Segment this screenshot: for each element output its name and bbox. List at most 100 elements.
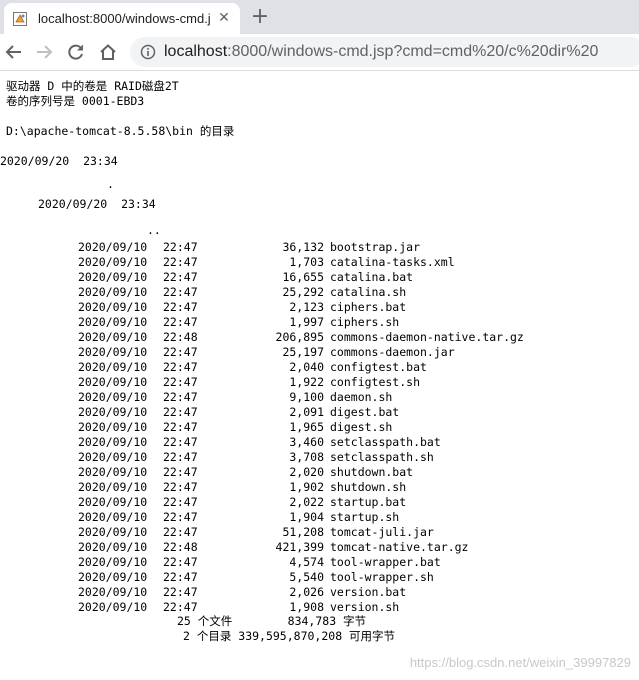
file-time: 22:47 [163,510,198,524]
file-size: 25,292 [282,285,324,299]
file-time: 22:47 [163,555,198,569]
file-time: 22:47 [163,405,198,419]
file-name: startup.sh [330,510,400,524]
file-time: 22:47 [163,570,198,584]
file-date: 2020/09/10 [78,555,148,569]
dir-entry-date: 2020/09/20 23:34 [0,154,118,168]
file-size: 5,540 [289,570,324,584]
file-date: 2020/09/10 [78,600,148,614]
file-size: 2,022 [289,495,324,509]
file-time: 22:48 [163,330,198,344]
file-date: 2020/09/10 [78,300,148,314]
file-size: 9,100 [289,390,324,404]
file-name: tomcat-juli.jar [330,525,434,539]
file-name: configtest.sh [330,375,421,389]
volume-label-line: 驱动器 D 中的卷是 RAID磁盘2T [6,79,179,93]
file-size: 25,197 [282,345,324,359]
file-name: setclasspath.bat [330,435,441,449]
file-time: 22:47 [163,300,198,314]
file-size: 1,908 [289,600,324,614]
file-name: catalina.bat [330,270,414,284]
file-size: 36,132 [282,240,324,254]
file-name: ciphers.bat [330,300,407,314]
tab-title: localhost:8000/windows-cmd.j [38,11,211,26]
file-name: version.sh [330,600,400,614]
page-content: 驱动器 D 中的卷是 RAID磁盘2T 卷的序列号是 0001-EBD3 D:\… [0,71,639,680]
file-date: 2020/09/10 [78,315,148,329]
file-size: 3,460 [289,435,324,449]
file-date: 2020/09/10 [78,240,148,254]
file-date: 2020/09/10 [78,465,148,479]
file-date: 2020/09/10 [78,405,148,419]
file-date: 2020/09/10 [78,285,148,299]
url-host: localhost [164,43,228,60]
file-size: 51,208 [282,525,324,539]
file-date: 2020/09/10 [78,255,148,269]
file-size: 206,895 [275,330,324,344]
file-date: 2020/09/10 [78,330,148,344]
file-time: 22:47 [163,270,198,284]
home-icon[interactable] [96,40,120,64]
file-time: 22:47 [163,360,198,374]
back-arrow-icon[interactable] [2,40,26,64]
page-favicon-icon [12,11,28,27]
file-time: 22:47 [163,390,198,404]
file-size: 2,020 [289,465,324,479]
file-name: configtest.bat [330,360,427,374]
file-time: 22:47 [163,450,198,464]
file-name: catalina-tasks.xml [330,255,455,269]
address-url[interactable]: localhost:8000/windows-cmd.jsp?cmd=cmd%2… [164,42,598,62]
file-date: 2020/09/10 [78,495,148,509]
file-size: 1,902 [289,480,324,494]
browser-tab[interactable]: localhost:8000/windows-cmd.j ✕ [4,3,240,34]
site-info-icon[interactable] [140,44,156,60]
file-size: 3,708 [289,450,324,464]
file-name: tool-wrapper.bat [330,555,441,569]
file-size: 4,574 [289,555,324,569]
forward-arrow-icon[interactable] [32,40,56,64]
new-tab-icon[interactable]: + [249,6,271,28]
reload-icon[interactable] [64,40,88,64]
file-name: version.bat [330,585,407,599]
file-size: 1,965 [289,420,324,434]
file-name: startup.bat [330,495,407,509]
file-date: 2020/09/10 [78,345,148,359]
watermark-text: https://blog.csdn.net/weixin_39997829 [409,655,631,670]
browser-toolbar: localhost:8000/windows-cmd.jsp?cmd=cmd%2… [0,34,639,71]
file-date: 2020/09/10 [78,420,148,434]
file-size: 2,026 [289,585,324,599]
summary-dirs-line: 2 个目录 339,595,870,208 可用字节 [183,629,396,643]
volume-serial-line: 卷的序列号是 0001-EBD3 [6,94,145,108]
file-time: 22:47 [163,285,198,299]
file-time: 22:47 [163,480,198,494]
file-name: shutdown.sh [330,480,407,494]
dir-entry-dot: . [107,177,114,191]
file-time: 22:47 [163,315,198,329]
file-date: 2020/09/10 [78,540,148,554]
file-date: 2020/09/10 [78,360,148,374]
file-date: 2020/09/10 [78,270,148,284]
file-name: commons-daemon-native.tar.gz [330,330,524,344]
file-date: 2020/09/10 [78,375,148,389]
file-time: 22:47 [163,255,198,269]
summary-files-line: 25 个文件 834,783 字节 [177,614,367,628]
file-name: daemon.sh [330,390,393,404]
file-date: 2020/09/10 [78,390,148,404]
file-time: 22:48 [163,540,198,554]
file-size: 16,655 [282,270,324,284]
file-time: 22:47 [163,525,198,539]
file-date: 2020/09/10 [78,450,148,464]
file-time: 22:47 [163,375,198,389]
file-time: 22:47 [163,495,198,509]
close-tab-icon[interactable]: ✕ [216,10,232,26]
directory-line: D:\apache-tomcat-8.5.58\bin 的目录 [6,124,235,138]
address-bar[interactable]: localhost:8000/windows-cmd.jsp?cmd=cmd%2… [130,37,639,67]
file-size: 1,904 [289,510,324,524]
tab-strip: localhost:8000/windows-cmd.j ✕ + [0,0,639,34]
url-path: :8000/windows-cmd.jsp?cmd=cmd%20/c%20dir… [227,43,599,60]
file-size: 421,399 [275,540,324,554]
file-time: 22:47 [163,345,198,359]
file-size: 1,922 [289,375,324,389]
file-name: tomcat-native.tar.gz [330,540,469,554]
file-date: 2020/09/10 [78,435,148,449]
